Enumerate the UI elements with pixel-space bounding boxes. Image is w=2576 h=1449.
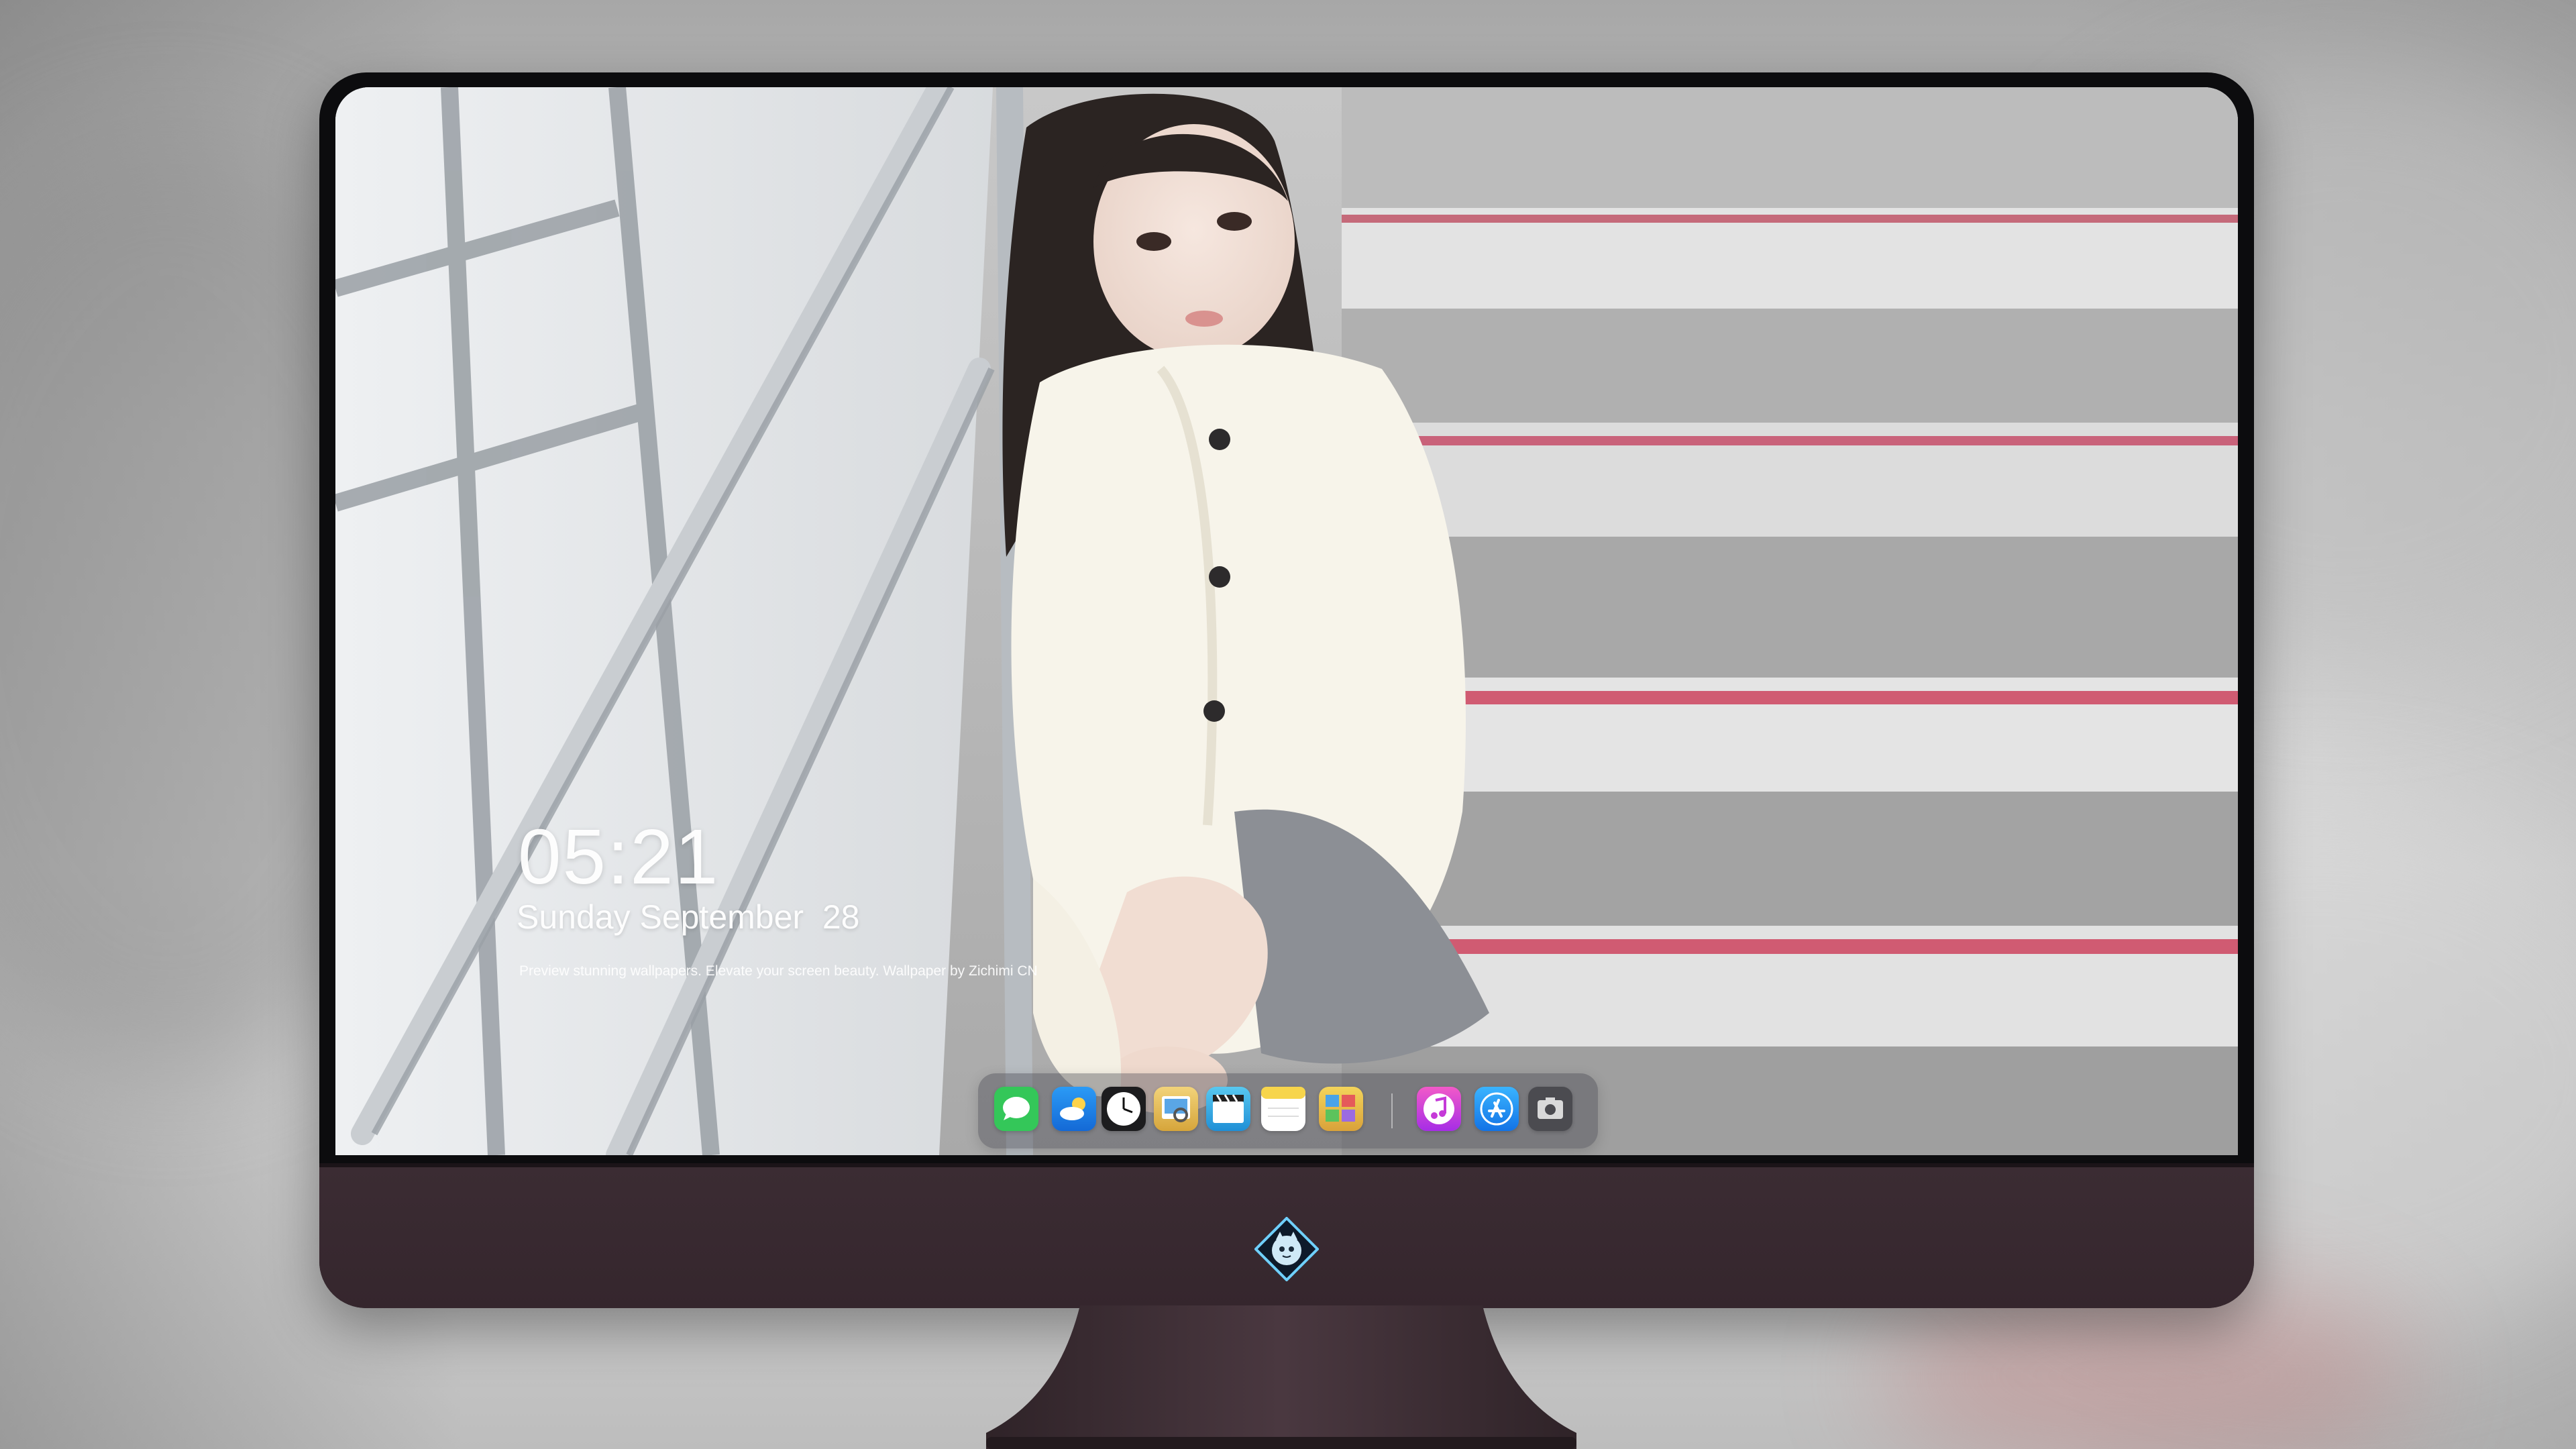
monitor-chin <box>319 1163 2254 1308</box>
dock <box>978 1073 1598 1148</box>
itunes-icon[interactable] <box>1417 1087 1461 1131</box>
screen: 05:21 Sunday September 28 Preview stunni… <box>335 87 2238 1155</box>
photo-booth-icon[interactable] <box>1319 1087 1363 1131</box>
brand-logo-icon <box>1254 1217 1319 1281</box>
monitor-stand <box>986 1305 1576 1449</box>
weather-icon[interactable] <box>1052 1087 1096 1131</box>
monitor: 05:21 Sunday September 28 Preview stunni… <box>319 72 2254 1308</box>
notes-icon[interactable] <box>1261 1087 1305 1131</box>
messages-icon[interactable] <box>994 1087 1038 1131</box>
lockscreen-tagline: Preview stunning wallpapers. Elevate you… <box>519 963 1038 979</box>
app-store-icon[interactable] <box>1474 1087 1519 1131</box>
screenshot-icon[interactable] <box>1528 1087 1572 1131</box>
wallpaper-photo <box>335 87 2238 1155</box>
lockscreen-time: 05:21 <box>518 813 720 900</box>
preview-icon[interactable] <box>1154 1087 1198 1131</box>
lockscreen-date: Sunday September 28 <box>517 898 860 936</box>
clips-icon[interactable] <box>1206 1087 1250 1131</box>
dock-separator <box>1391 1093 1393 1128</box>
clock-icon[interactable] <box>1102 1087 1146 1131</box>
